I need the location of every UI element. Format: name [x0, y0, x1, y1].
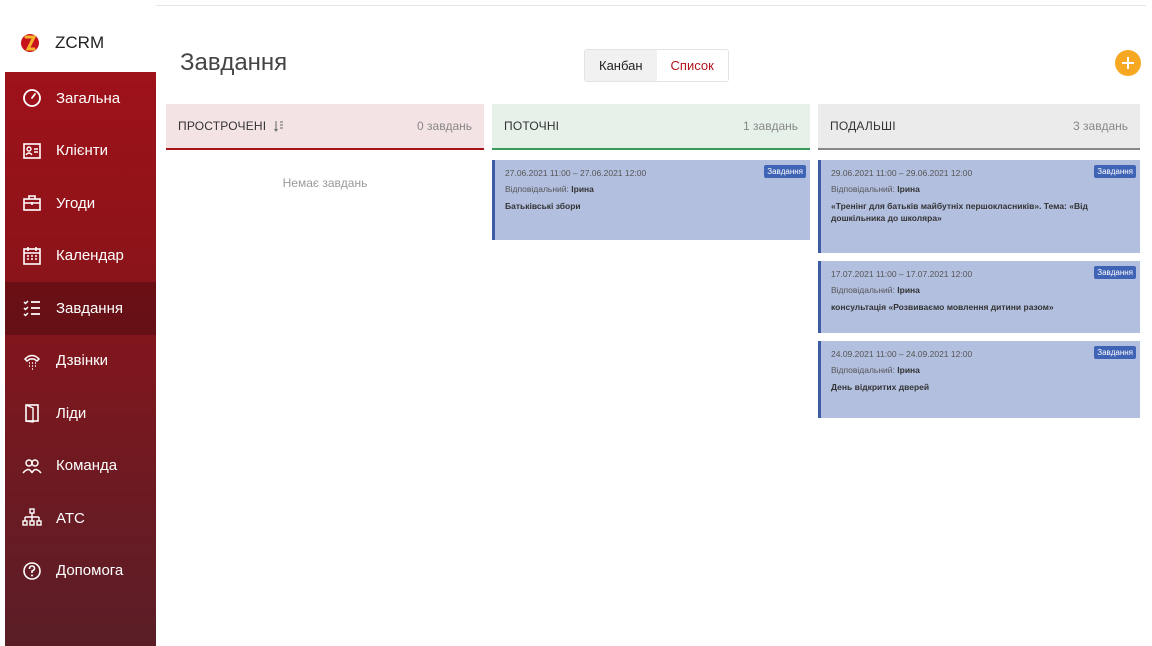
task-date: 29.06.2021 11:00 – 29.06.2021 12:00 — [831, 168, 973, 178]
task-title: День відкритих дверей — [831, 382, 930, 392]
phone-icon — [21, 350, 43, 372]
sidebar-item-label: Команда — [56, 457, 118, 475]
sidebar-item-leads[interactable]: Ліди — [5, 387, 156, 440]
sidebar-item-calendar[interactable]: Календар — [5, 230, 156, 283]
task-type-badge: Завдання — [1094, 165, 1136, 178]
task-title: Батьківські збори — [505, 201, 581, 211]
plus-icon — [1122, 57, 1134, 69]
sidebar-item-label: Угоди — [56, 194, 96, 212]
responsible-name: Ірина — [571, 184, 594, 194]
sidebar-item-label: Клієнти — [56, 142, 109, 160]
sidebar-item-clients[interactable]: Клієнти — [5, 125, 156, 178]
zcrm-logo-icon — [19, 32, 41, 54]
door-icon — [21, 402, 43, 424]
kanban-view-button[interactable]: Канбан — [585, 50, 657, 81]
column-title: ПОТОЧНІ — [504, 119, 560, 133]
brand-name: ZCRM — [55, 33, 105, 52]
sidebar-item-tasks[interactable]: Завдання — [5, 282, 156, 335]
brand[interactable]: ZCRM — [5, 14, 156, 72]
calendar-icon — [21, 245, 43, 267]
page-title: Завдання — [180, 49, 288, 76]
responsible-label: Відповідальний: — [505, 184, 569, 194]
task-card[interactable]: 24.09.2021 11:00 – 24.09.2021 12:00 Відп… — [818, 341, 1140, 418]
responsible-name: Ірина — [897, 285, 920, 295]
gauge-icon — [21, 87, 43, 109]
task-type-badge: Завдання — [1094, 266, 1136, 279]
responsible-label: Відповідальний: — [831, 184, 895, 194]
task-date: 27.06.2021 11:00 – 27.06.2021 12:00 — [505, 168, 647, 178]
column-overdue: ПРОСТРОЧЕНІ 0 завдань Немає завдань — [166, 104, 484, 190]
task-title: консультація «Розвиваємо мовлення дитини… — [831, 302, 1054, 312]
column-current: ПОТОЧНІ 1 завдань 27.06.2021 11:00 – 27.… — [492, 104, 810, 240]
responsible-label: Відповідальний: — [831, 365, 895, 375]
list-view-button[interactable]: Список — [656, 50, 728, 81]
contact-card-icon — [21, 140, 43, 162]
sidebar-item-label: Допомога — [56, 562, 124, 580]
task-card[interactable]: 29.06.2021 11:00 – 29.06.2021 12:00 Відп… — [818, 160, 1140, 253]
column-count: 0 завдань — [417, 119, 472, 133]
add-task-button[interactable] — [1115, 50, 1141, 76]
checklist-icon — [21, 297, 43, 319]
column-header: ПОТОЧНІ 1 завдань — [492, 104, 810, 150]
sidebar: ZCRM Загальна Клієнти Угоди Календар Зав… — [5, 14, 156, 646]
sort-icon[interactable] — [274, 120, 284, 132]
sidebar-item-label: Завдання — [56, 299, 123, 317]
column-title: ПОДАЛЬШІ — [830, 119, 896, 133]
briefcase-icon — [21, 192, 43, 214]
help-icon — [21, 560, 43, 582]
column-header: ПОДАЛЬШІ 3 завдань — [818, 104, 1140, 150]
sidebar-item-label: АТС — [56, 509, 85, 527]
sidebar-item-label: Календар — [56, 247, 124, 265]
column-title: ПРОСТРОЧЕНІ — [178, 119, 267, 133]
empty-state: Немає завдань — [282, 176, 368, 190]
responsible-name: Ірина — [897, 365, 920, 375]
sidebar-item-deals[interactable]: Угоди — [5, 177, 156, 230]
task-card[interactable]: 17.07.2021 11:00 – 17.07.2021 12:00 Відп… — [818, 261, 1140, 333]
sidebar-item-label: Загальна — [56, 89, 121, 107]
task-date: 24.09.2021 11:00 – 24.09.2021 12:00 — [831, 349, 973, 359]
column-header: ПРОСТРОЧЕНІ 0 завдань — [166, 104, 484, 150]
network-icon — [21, 507, 43, 529]
responsible-name: Ірина — [897, 184, 920, 194]
sidebar-item-help[interactable]: Допомога — [5, 545, 156, 598]
task-type-badge: Завдання — [1094, 346, 1136, 359]
column-count: 3 завдань — [1073, 119, 1128, 133]
column-future: ПОДАЛЬШІ 3 завдань 29.06.2021 11:00 – 29… — [818, 104, 1140, 418]
view-toggle: Канбан Список — [584, 49, 729, 82]
column-count: 1 завдань — [743, 119, 798, 133]
sidebar-item-pbx[interactable]: АТС — [5, 492, 156, 545]
sidebar-item-label: Дзвінки — [56, 352, 109, 370]
task-title: «Тренінг для батьків майбутніх першоклас… — [831, 201, 1088, 224]
sidebar-item-team[interactable]: Команда — [5, 440, 156, 493]
team-icon — [21, 455, 43, 477]
sidebar-item-calls[interactable]: Дзвінки — [5, 335, 156, 388]
sidebar-item-general[interactable]: Загальна — [5, 72, 156, 125]
top-divider — [156, 5, 1146, 6]
task-date: 17.07.2021 11:00 – 17.07.2021 12:00 — [831, 269, 973, 279]
task-card[interactable]: 27.06.2021 11:00 – 27.06.2021 12:00 Відп… — [492, 160, 810, 240]
responsible-label: Відповідальний: — [831, 285, 895, 295]
task-type-badge: Завдання — [764, 165, 806, 178]
sidebar-item-label: Ліди — [56, 404, 87, 422]
